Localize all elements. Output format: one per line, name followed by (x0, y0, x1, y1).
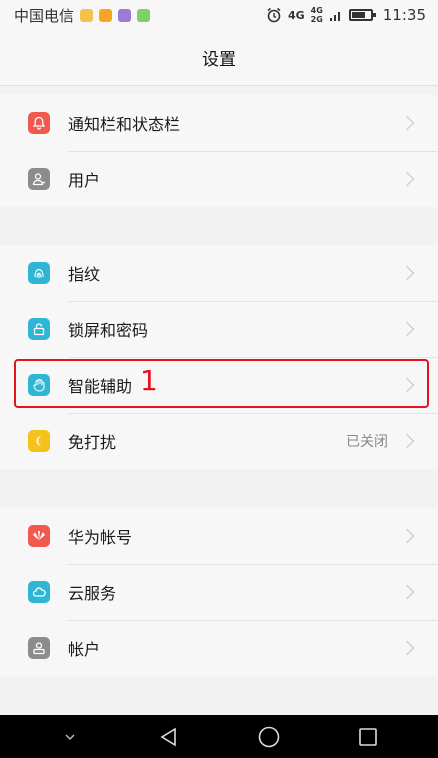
status-bar: 中国电信 4G 4G 2G 11:35 (0, 0, 438, 30)
settings-item-label: 锁屏和密码 (68, 321, 149, 340)
system-navigation-bar (0, 715, 438, 758)
lock-icon (28, 318, 50, 340)
carrier-name: 中国电信 (14, 6, 75, 25)
moon-icon (28, 430, 50, 452)
notification-app-icon (118, 8, 132, 22)
huawei-logo-icon (28, 525, 50, 547)
settings-group-3: 华为帐号 云服务 帐户 (0, 508, 438, 676)
chevron-right-icon (399, 321, 415, 337)
chevron-right-icon (399, 584, 415, 600)
cloud-icon (28, 581, 50, 603)
chevron-right-icon (399, 171, 415, 187)
settings-item-label: 指纹 (68, 265, 101, 284)
annotation-number: 1 (140, 364, 158, 397)
settings-item-huawei-id[interactable]: 华为帐号 (0, 508, 438, 564)
settings-item-notification-bar[interactable]: 通知栏和状态栏 (0, 95, 438, 151)
settings-group-2: 指纹 锁屏和密码 智能辅助 免打扰 已关闭 (0, 245, 438, 469)
highlight-box (14, 359, 429, 408)
battery-icon (348, 9, 376, 21)
hide-nav-button[interactable] (55, 722, 85, 752)
settings-item-accounts[interactable]: 帐户 (0, 620, 438, 676)
chevron-right-icon (399, 640, 415, 656)
network-type-label: 4G (287, 8, 305, 22)
settings-item-do-not-disturb[interactable]: 免打扰 已关闭 (0, 413, 438, 469)
settings-item-label: 通知栏和状态栏 (68, 115, 181, 134)
page-title: 设置 (202, 50, 236, 70)
status-left: 中国电信 (14, 5, 151, 26)
account-icon (28, 637, 50, 659)
settings-item-fingerprint[interactable]: 指纹 (0, 245, 438, 301)
settings-item-label: 免打扰 (68, 433, 117, 452)
settings-item-users[interactable]: 用户 (0, 151, 438, 207)
do-not-disturb-status: 已关闭 (346, 434, 388, 450)
user-icon (28, 168, 50, 190)
sim1-network-label: 4G (310, 6, 323, 15)
settings-item-label: 云服务 (68, 584, 117, 603)
recents-button[interactable] (353, 722, 383, 752)
home-circle-icon (258, 726, 280, 747)
chevron-right-icon (399, 433, 415, 449)
title-bar: 设置 (0, 30, 438, 86)
notification-app-icon (137, 8, 151, 22)
chevron-right-icon (399, 115, 415, 131)
notification-app-icon (80, 8, 94, 22)
chevron-right-icon (399, 265, 415, 281)
settings-item-label: 用户 (68, 171, 101, 190)
signal-icon (329, 12, 340, 21)
chevron-down-icon (65, 733, 75, 740)
recents-square-icon (359, 727, 378, 746)
notification-app-icon (99, 8, 113, 22)
settings-group-1: 通知栏和状态栏 用户 (0, 95, 438, 207)
home-button[interactable] (254, 722, 284, 752)
dual-sim-indicator: 4G 2G (311, 6, 323, 24)
settings-item-cloud-service[interactable]: 云服务 (0, 564, 438, 620)
back-triangle-icon (160, 727, 177, 746)
fingerprint-icon (28, 262, 50, 284)
status-right: 4G 4G 2G 11:35 (266, 6, 426, 24)
bell-icon (28, 112, 50, 134)
alarm-icon (267, 7, 281, 23)
settings-item-label: 帐户 (68, 640, 101, 659)
settings-item-lock-screen-password[interactable]: 锁屏和密码 (0, 301, 438, 357)
back-button[interactable] (154, 722, 184, 752)
clock-time: 11:35 (382, 6, 426, 24)
chevron-right-icon (399, 528, 415, 544)
sim2-network-label: 2G (310, 15, 323, 24)
settings-item-label: 华为帐号 (68, 528, 133, 547)
